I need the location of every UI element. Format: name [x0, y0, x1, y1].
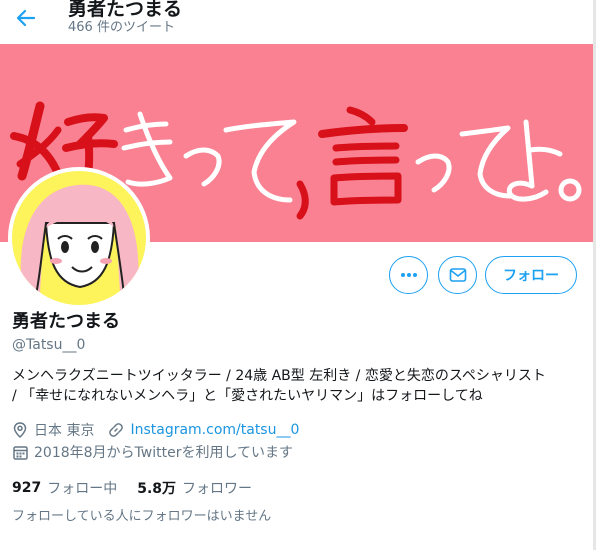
- link-icon: [108, 422, 124, 438]
- more-button[interactable]: [389, 256, 428, 294]
- arrow-left-icon: [16, 9, 36, 27]
- calendar-icon: [12, 444, 28, 460]
- follow-button[interactable]: フォロー: [485, 256, 577, 294]
- profile-link[interactable]: Instagram.com/tatsu__0: [130, 422, 299, 438]
- following-label: フォロー中: [47, 481, 118, 497]
- tweet-count: 466 件のツイート: [68, 20, 175, 35]
- back-button[interactable]: [12, 4, 40, 32]
- avatar-illustration: [12, 171, 146, 305]
- avatar[interactable]: [8, 167, 150, 309]
- joined-text: 2018年8月からTwitterを利用しています: [34, 445, 294, 461]
- message-button[interactable]: [438, 256, 477, 294]
- bio-line: / 「幸せになれないメンヘラ」と「愛されたいヤリマン」はフォローしてね: [12, 388, 483, 404]
- profile-handle: @Tatsu__0: [12, 337, 86, 353]
- more-dots-icon: [400, 273, 417, 277]
- bio-line: メンヘラクズニートツイッタラー / 24歳 AB型 左利き / 恋愛と失恋のスペ…: [12, 368, 546, 384]
- location-pin-icon: [12, 422, 28, 438]
- following-count: 927: [12, 480, 42, 496]
- following-stat[interactable]: 927 フォロー中: [12, 478, 117, 498]
- location-text: 日本 東京: [34, 423, 95, 439]
- followers-stat[interactable]: 5.8万 フォロワー: [137, 478, 252, 498]
- profile-meta-joined: 2018年8月からTwitterを利用しています: [12, 442, 293, 462]
- profile-stats: 927 フォロー中 5.8万 フォロワー: [12, 478, 272, 498]
- header-title: 勇者たつまる: [68, 0, 183, 20]
- profile-meta-location-url: 日本 東京 Instagram.com/tatsu__0: [12, 420, 299, 440]
- followers-label: フォロワー: [182, 481, 253, 497]
- profile-name: 勇者たつまる: [12, 311, 120, 332]
- profile-header: 勇者たつまる 466 件のツイート: [0, 0, 596, 44]
- followers-count: 5.8万: [137, 481, 177, 497]
- envelope-icon: [449, 268, 466, 282]
- profile-bio: メンヘラクズニートツイッタラー / 24歳 AB型 左利き / 恋愛と失恋のスペ…: [12, 366, 592, 406]
- mutual-followers-notice: フォローしている人にフォロワーはいません: [12, 509, 272, 524]
